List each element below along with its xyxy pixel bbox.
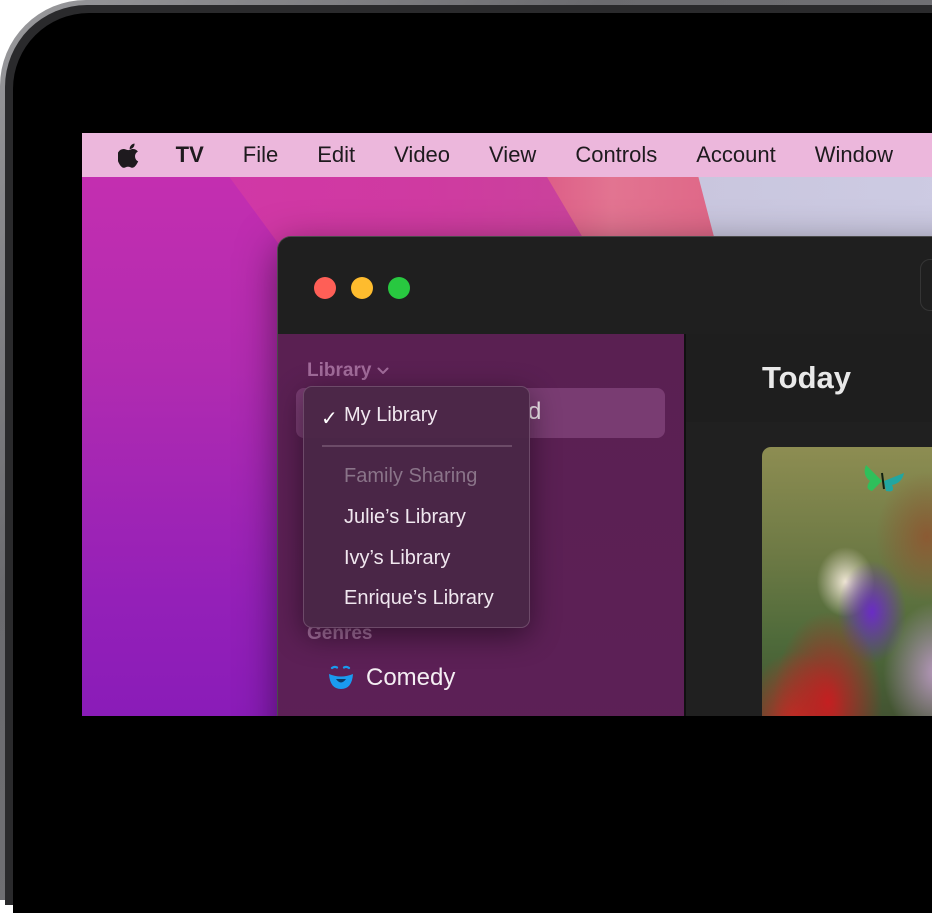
menu-edit[interactable]: Edit xyxy=(317,142,355,168)
menu-file[interactable]: File xyxy=(243,142,278,168)
menu-video[interactable]: Video xyxy=(394,142,450,168)
main-content: Today xyxy=(686,334,932,716)
minimize-button[interactable] xyxy=(351,277,373,299)
menu-item-my-library[interactable]: My Library xyxy=(344,404,437,427)
menu-view[interactable]: View xyxy=(489,142,536,168)
menu-item-enriques-library[interactable]: Enrique’s Library xyxy=(344,587,494,610)
menu-account[interactable]: Account xyxy=(696,142,776,168)
tv-app-window: Library d Genres Comedy ✓ My Library Fam… xyxy=(278,237,932,716)
menu-bar: TV File Edit Video View Controls Account… xyxy=(82,133,932,177)
menu-controls[interactable]: Controls xyxy=(575,142,657,168)
library-dropdown-menu: ✓ My Library Family Sharing Julie’s Libr… xyxy=(303,386,530,628)
sidebar-item-label: d xyxy=(528,398,542,425)
apple-logo-icon[interactable] xyxy=(118,141,144,169)
menu-separator xyxy=(322,445,512,447)
main-header: Today xyxy=(686,334,932,422)
comedy-mask-icon xyxy=(329,665,353,689)
menu-window[interactable]: Window xyxy=(815,142,893,168)
window-titlebar xyxy=(278,237,932,334)
featured-poster[interactable] xyxy=(762,447,932,716)
library-heading: Library xyxy=(307,360,372,381)
content-area xyxy=(686,422,932,716)
toolbar-control[interactable] xyxy=(920,259,932,311)
butterfly-image xyxy=(864,465,904,492)
chevron-down-icon xyxy=(377,367,389,374)
close-button[interactable] xyxy=(314,277,336,299)
menu-item-ivys-library[interactable]: Ivy’s Library xyxy=(344,547,450,570)
page-title: Today xyxy=(762,360,851,395)
menu-tv[interactable]: TV xyxy=(176,142,204,168)
menu-item-julies-library[interactable]: Julie’s Library xyxy=(344,506,466,529)
library-menu-trigger[interactable]: Library xyxy=(307,360,389,382)
sidebar-item-comedy[interactable]: Comedy xyxy=(328,664,455,692)
screen: TV File Edit Video View Controls Account… xyxy=(82,133,932,716)
menu-header-family-sharing: Family Sharing xyxy=(344,465,478,487)
genre-label: Comedy xyxy=(366,664,456,691)
zoom-button[interactable] xyxy=(388,277,410,299)
sidebar: Library d Genres Comedy ✓ My Library Fam… xyxy=(278,334,686,716)
checkmark-icon: ✓ xyxy=(321,408,338,430)
